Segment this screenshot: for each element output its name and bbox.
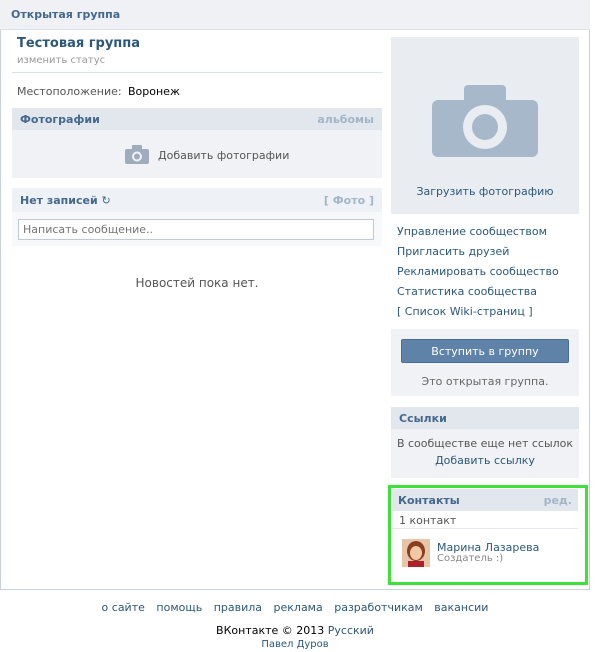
photos-header: Фотографии альбомы xyxy=(12,108,382,130)
page-title: Открытая группа xyxy=(11,8,121,21)
contacts-count: 1 контакт xyxy=(399,514,457,527)
menu-community-stats[interactable]: Статистика сообщества xyxy=(397,285,559,305)
footer-help[interactable]: помощь xyxy=(156,601,202,614)
contacts-title: Контакты xyxy=(398,494,460,507)
menu-invite-friends[interactable]: Пригласить друзей xyxy=(397,245,559,265)
footer-jobs[interactable]: вакансии xyxy=(434,601,488,614)
status-link[interactable]: изменить статус xyxy=(17,55,105,66)
links-block: В сообществе еще нет ссылок Добавить ссы… xyxy=(391,429,579,478)
camera-icon xyxy=(432,85,538,157)
sidebar-menu: Управление сообществом Пригласить друзей… xyxy=(397,225,559,325)
add-link[interactable]: Добавить ссылку xyxy=(391,454,579,467)
wall-title-text: Нет записей xyxy=(20,194,98,207)
footer-author[interactable]: Павел Дуров xyxy=(0,639,590,650)
menu-manage-community[interactable]: Управление сообществом xyxy=(397,225,559,245)
camera-icon xyxy=(125,145,149,164)
photos-title: Фотографии xyxy=(20,113,100,126)
contacts-edit-link[interactable]: ред. xyxy=(544,494,572,507)
links-header: Ссылки xyxy=(391,407,579,429)
wall-title: Нет записей ↻ xyxy=(20,194,111,207)
footer-copyright-line: ВКонтакте © 2013 Русский xyxy=(0,624,590,637)
menu-wiki-pages[interactable]: [ Список Wiki-страниц ] xyxy=(397,305,559,325)
contact-role: Создатель :) xyxy=(437,553,504,564)
contacts-header: Контакты ред. xyxy=(392,489,578,511)
group-name: Тестовая группа xyxy=(17,36,141,51)
wall-header: Нет записей ↻ [ Фото ] xyxy=(12,188,382,212)
upload-photo-link[interactable]: Загрузить фотографию xyxy=(391,185,579,198)
add-photos-label: Добавить фотографии xyxy=(158,149,290,162)
location-label: Местоположение: xyxy=(17,85,122,98)
contact-avatar[interactable] xyxy=(402,539,430,567)
footer-ads[interactable]: реклама xyxy=(274,601,323,614)
group-photo-placeholder[interactable]: Загрузить фотографию xyxy=(391,37,579,214)
message-input[interactable] xyxy=(18,219,374,240)
open-group-note: Это открытая группа. xyxy=(421,375,549,388)
footer-developers[interactable]: разработчикам xyxy=(334,601,423,614)
links-empty-text: В сообществе еще нет ссылок xyxy=(396,437,574,450)
location-value: Воронеж xyxy=(128,85,180,98)
footer-rules[interactable]: правила xyxy=(214,601,262,614)
empty-news-text: Новостей пока нет. xyxy=(135,276,259,290)
footer-about[interactable]: о сайте xyxy=(102,601,145,614)
add-photos-area[interactable]: Добавить фотографии xyxy=(12,130,382,178)
contacts-divider xyxy=(392,528,578,529)
join-group-button[interactable]: Вступить в группу xyxy=(401,339,569,363)
page-header: Открытая группа xyxy=(0,0,590,30)
avatar-image xyxy=(402,539,430,567)
footer-language[interactable]: Русский xyxy=(328,624,374,637)
albums-link[interactable]: альбомы xyxy=(317,113,374,126)
links-title: Ссылки xyxy=(399,412,447,425)
join-group-label: Вступить в группу xyxy=(431,345,539,358)
divider xyxy=(12,72,382,73)
footer-copyright: ВКонтакте © 2013 xyxy=(216,624,325,637)
footer-links: о сайте помощь правила реклама разработч… xyxy=(0,601,590,614)
wall-photo-link[interactable]: [ Фото ] xyxy=(324,194,374,207)
menu-advertise-community[interactable]: Рекламировать сообщество xyxy=(397,265,559,285)
refresh-icon[interactable]: ↻ xyxy=(102,194,111,207)
